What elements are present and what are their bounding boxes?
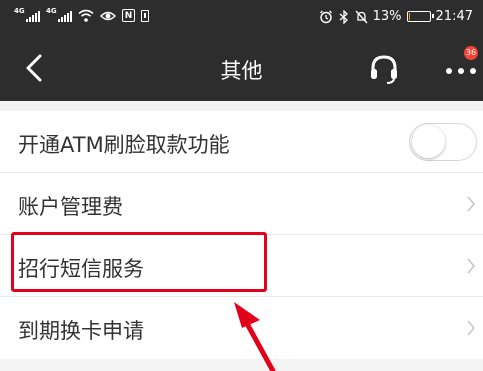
network-type-label: 4G	[14, 7, 25, 15]
nav-bar: 其他	[0, 36, 483, 101]
settings-item-atm-face-withdrawal[interactable]: 开通ATM刷脸取款功能	[0, 111, 483, 173]
alarm-icon	[319, 10, 332, 23]
cellular-signal-icon: 4G	[46, 7, 72, 22]
cellular-signal-icon: 4G	[14, 7, 40, 22]
sim-card-icon	[141, 9, 149, 22]
clock: 21:47	[435, 9, 473, 24]
chevron-right-icon	[467, 320, 475, 336]
status-bar-right: 13% 21:47	[319, 9, 473, 24]
nfc-label: N	[124, 10, 133, 21]
settings-list: 开通ATM刷脸取款功能 账户管理费 招行短信服务 到期换卡申请	[0, 111, 483, 359]
nfc-icon: N	[122, 9, 135, 22]
app-header: 4G 4G N 13% 21:47 其他	[0, 0, 483, 101]
chevron-right-icon	[467, 196, 475, 212]
settings-item-card-renewal[interactable]: 到期换卡申请	[0, 297, 483, 359]
settings-item-label: 招行短信服务	[18, 257, 144, 281]
page-title: 其他	[220, 59, 263, 83]
notification-badge: 36	[464, 46, 478, 60]
settings-item-label: 到期换卡申请	[18, 319, 144, 343]
network-type-label: 4G	[46, 7, 57, 15]
settings-item-sms-service[interactable]: 招行短信服务	[0, 235, 483, 297]
headset-icon[interactable]	[367, 52, 401, 86]
eye-icon	[100, 11, 116, 20]
chevron-right-icon	[467, 258, 475, 274]
settings-item-label: 开通ATM刷脸取款功能	[18, 133, 230, 157]
silent-bell-icon	[355, 10, 368, 23]
wifi-icon	[78, 9, 94, 22]
battery-icon	[406, 11, 434, 22]
status-bar: 4G 4G N 13% 21:47	[0, 0, 483, 36]
settings-item-label: 账户管理费	[18, 195, 123, 219]
toggle-knob	[412, 125, 445, 158]
atm-face-withdrawal-toggle[interactable]	[409, 123, 477, 161]
more-icon[interactable]	[443, 58, 479, 84]
bluetooth-icon	[339, 9, 348, 24]
status-bar-left: 4G 4G N	[14, 7, 149, 22]
battery-level-fill	[408, 13, 410, 20]
settings-item-account-management-fee[interactable]: 账户管理费	[0, 173, 483, 235]
battery-percent: 13%	[372, 9, 402, 24]
